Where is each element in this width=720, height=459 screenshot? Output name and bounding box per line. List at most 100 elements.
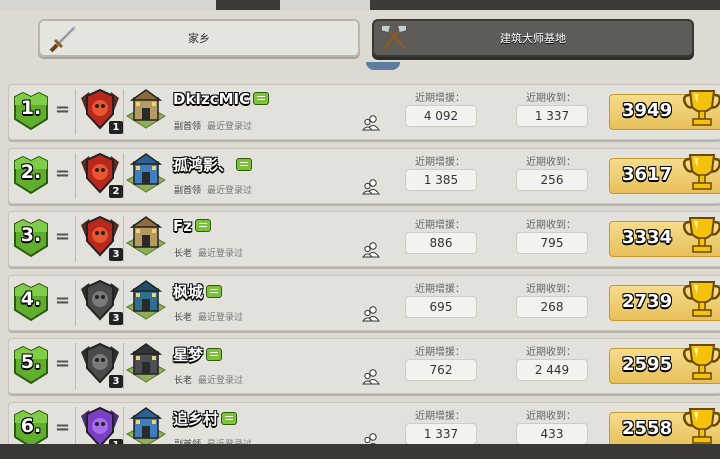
chat-bubble-icon [253, 92, 270, 105]
trophy-count-box: 3334 [609, 217, 720, 258]
member-name-text: 孤鸿影、 [173, 155, 234, 174]
profile-people-icon[interactable] [362, 242, 380, 258]
rank-change-equal-icon: = [55, 226, 71, 248]
member-role: 副首领最近登录过 [174, 183, 252, 196]
last-seen-text: 最近登录过 [198, 376, 244, 387]
rank-number: 1. [20, 97, 42, 119]
town-hall-icon [125, 279, 167, 325]
tab-builder-base[interactable]: 建筑大师基地 [372, 19, 694, 57]
trophy-icon [682, 280, 720, 317]
member-role-text: 副首领 [174, 122, 202, 132]
received-label: 近期收到： [526, 220, 576, 232]
donated-label: 近期增援： [415, 347, 465, 359]
trophy-count: 2739 [622, 290, 673, 312]
divider [75, 152, 76, 199]
donated-label: 近期增援： [415, 220, 465, 232]
member-role: 副首领最近登录过 [174, 119, 252, 132]
member-name[interactable]: 星梦 [173, 344, 223, 365]
rank-badge: 3. [11, 218, 51, 258]
donated-value: 695 [405, 295, 477, 318]
donated-label: 近期增援： [415, 411, 465, 422]
member-name[interactable]: DkIzcMIC [173, 90, 270, 108]
town-hall-icon [125, 152, 167, 198]
rank-badge: 5. [11, 345, 51, 385]
rank-number: 5. [20, 351, 42, 374]
league-level: 3 [109, 311, 123, 325]
member-name-text: DkIzcMIC [173, 90, 251, 108]
profile-people-icon[interactable] [362, 369, 380, 385]
trophy-count-box: 2595 [609, 344, 720, 385]
received-value: 2 449 [516, 359, 588, 382]
member-role-text: 副首领 [174, 185, 202, 196]
last-seen-text: 最近登录过 [198, 312, 244, 323]
member-row[interactable]: 2. = 2 孤鸿影、 副首领 最近登录过 近期增援： 1 385 近期收到： … [8, 147, 720, 204]
divider [75, 343, 76, 390]
trophy-count: 2558 [622, 418, 673, 439]
chat-bubble-icon [221, 412, 238, 425]
tab-builder-label: 建筑大师基地 [500, 32, 566, 45]
received-label: 近期收到： [526, 411, 576, 422]
rank-badge: 2. [11, 155, 51, 195]
rank-number: 2. [20, 160, 42, 183]
member-row[interactable]: 3. = 3 Fz 长老 最近登录过 近期增援： 886 近期收到： 795 3… [8, 211, 720, 268]
member-name[interactable]: 孤鸿影、 [173, 154, 253, 175]
member-role: 长老 最近登录过 [174, 246, 243, 259]
received-value: 433 [516, 423, 588, 445]
league-badge: 3 [79, 279, 123, 325]
member-name[interactable]: Fz [173, 217, 211, 235]
member-name-text: 追乡村 [173, 410, 219, 428]
chat-bubble-icon [236, 157, 253, 171]
town-hall-icon [125, 342, 167, 388]
town-hall-icon [125, 88, 167, 134]
received-value: 268 [516, 295, 588, 318]
rank-change-equal-icon: = [55, 162, 71, 184]
rank-change-equal-icon: = [55, 99, 71, 120]
received-label: 近期收到： [526, 93, 576, 104]
divider [123, 216, 124, 263]
member-name[interactable]: 追乡村 [173, 408, 238, 429]
member-row[interactable]: 1. = 1 DkIzcMIC 副首领 最近登录过 近期增援： 4 092 近期… [8, 84, 720, 140]
member-row[interactable]: 4. = 3 枫城 长老 最近登录过 近期增援： 695 近期收到： 268 2… [8, 274, 720, 331]
profile-people-icon[interactable] [362, 178, 380, 195]
scroll-indicator [366, 62, 400, 70]
league-level: 1 [109, 121, 123, 134]
member-name-text: Fz [173, 217, 192, 236]
profile-people-icon[interactable] [362, 115, 380, 131]
league-level: 3 [109, 248, 123, 262]
divider [123, 343, 124, 390]
member-role-text: 长老 [174, 312, 193, 323]
received-label: 近期收到： [526, 156, 576, 168]
member-name[interactable]: 枫城 [173, 281, 223, 302]
tab-home-village[interactable]: 家乡 [38, 19, 360, 57]
profile-people-icon[interactable] [362, 306, 380, 322]
rank-number: 6. [20, 415, 42, 437]
divider [123, 89, 124, 135]
rank-change-equal-icon: = [55, 289, 71, 311]
league-badge: 2 [79, 152, 123, 198]
chat-bubble-icon [194, 219, 211, 233]
donated-value: 4 092 [405, 105, 477, 127]
member-role: 长老 最近登录过 [174, 373, 243, 386]
divider [75, 89, 76, 135]
donated-label: 近期增援： [415, 156, 465, 168]
town-hall-icon [125, 215, 167, 261]
divider [75, 279, 76, 326]
donated-label: 近期增援： [415, 283, 465, 295]
trophy-icon [682, 344, 720, 381]
member-name-text: 枫城 [173, 282, 204, 301]
trophy-count: 3949 [622, 100, 673, 121]
divider [123, 279, 124, 326]
rank-badge: 4. [11, 282, 51, 322]
league-badge: 3 [79, 342, 123, 389]
rank-change-equal-icon: = [55, 353, 71, 375]
received-value: 256 [516, 168, 588, 191]
league-badge: 3 [79, 215, 123, 262]
rank-badge: 6. [11, 409, 51, 449]
trophy-icon [682, 217, 720, 253]
rank-change-equal-icon: = [55, 417, 71, 438]
trophy-icon [682, 90, 720, 126]
member-role: 长老 最近登录过 [174, 310, 243, 323]
tab-home-label: 家乡 [188, 32, 210, 45]
member-row[interactable]: 5. = 3 星梦 长老 最近登录过 近期增援： 762 近期收到： 2 449… [8, 338, 720, 395]
last-seen-text: 最近登录过 [207, 185, 253, 196]
